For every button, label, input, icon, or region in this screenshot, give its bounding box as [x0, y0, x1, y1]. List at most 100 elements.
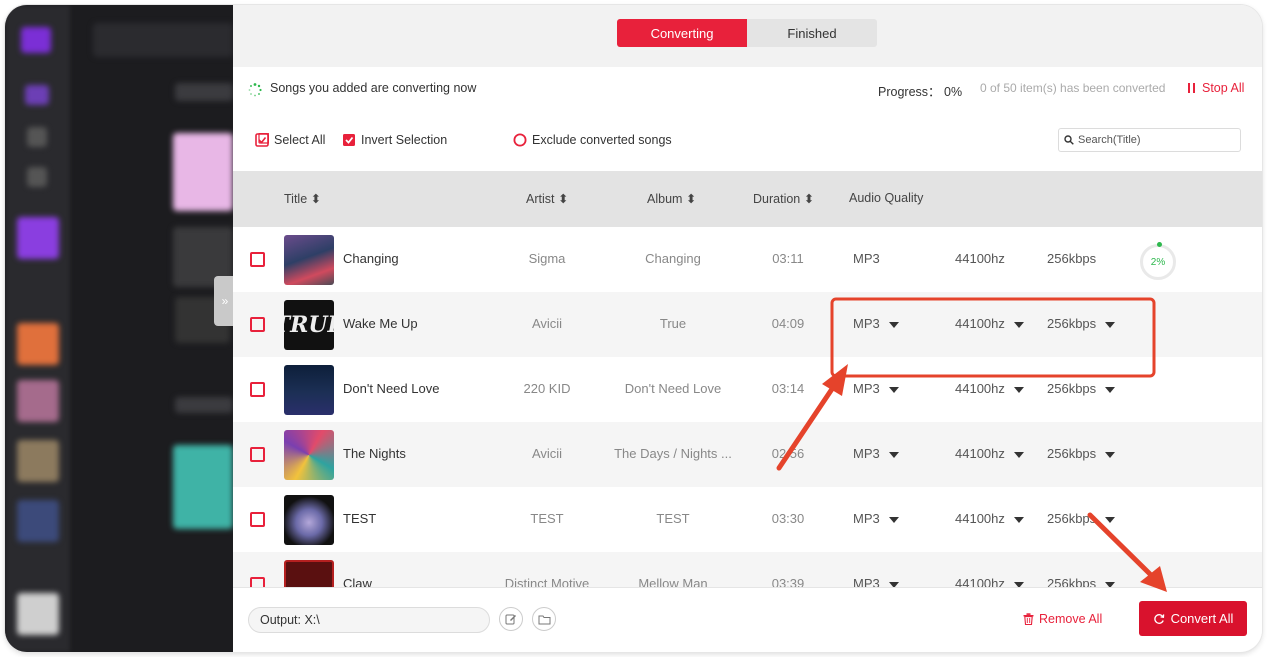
bitrate-dropdown[interactable]: 256kbps	[1047, 576, 1116, 587]
progress-percent: 2%	[1150, 256, 1166, 268]
spinner-icon	[248, 83, 262, 97]
song-artist: TEST	[530, 511, 564, 526]
column-title[interactable]: Title ⬍	[284, 191, 321, 206]
background-card	[173, 445, 233, 529]
song-artist: Avicii	[531, 316, 563, 331]
invert-selection-label: Invert Selection	[361, 133, 448, 147]
sort-icon: ⬍	[685, 192, 697, 206]
background-logo	[21, 27, 51, 53]
stop-all-button[interactable]: Stop All	[1188, 81, 1244, 95]
background-card	[173, 133, 233, 211]
table-row: TRUE Wake Me Up Avicii True 04:09 MP3 44…	[233, 292, 1262, 357]
song-album: Don't Need Love	[624, 381, 722, 396]
tab-converting[interactable]: Converting	[617, 19, 747, 47]
album-cover	[284, 495, 334, 545]
bitrate-dropdown[interactable]: 256kbps	[1047, 381, 1116, 396]
album-cover	[284, 430, 334, 480]
background-nav-icon	[27, 127, 47, 147]
format-dropdown[interactable]: MP3	[853, 446, 899, 461]
row-checkbox[interactable]	[250, 252, 265, 267]
song-duration: 02:56	[771, 446, 805, 461]
song-duration: 04:09	[771, 316, 805, 331]
select-all-label: Select All	[274, 133, 326, 147]
song-title: Claw	[343, 576, 372, 587]
column-duration[interactable]: Duration ⬍	[753, 191, 814, 206]
checkbox-icon	[343, 134, 355, 146]
table-row: The Nights Avicii The Days / Nights ... …	[233, 422, 1262, 487]
conversion-panel: Converting Finished Songs you added are …	[233, 5, 1262, 652]
song-title: Changing	[343, 251, 399, 266]
table-row: Claw Distinct Motive Mellow Man 03:39 MP…	[233, 552, 1262, 587]
remove-all-button[interactable]: Remove All	[1023, 612, 1102, 626]
song-title: The Nights	[343, 446, 406, 461]
background-playlist-tile	[17, 440, 59, 482]
column-audio-quality: Audio Quality	[849, 191, 924, 205]
bitrate-dropdown[interactable]: 256kbps	[1047, 511, 1116, 526]
table-row: Changing Sigma Changing 03:11 MP3 44100h…	[233, 227, 1262, 292]
chevron-down-icon	[1013, 321, 1024, 328]
format-dropdown[interactable]: MP3	[853, 511, 899, 526]
song-artist: Sigma	[528, 251, 566, 266]
sample-rate-dropdown[interactable]: 44100hz	[955, 381, 1024, 396]
edit-output-button[interactable]	[499, 607, 523, 631]
background-playlist-tile	[17, 380, 59, 422]
song-duration: 03:11	[772, 251, 804, 266]
trash-icon	[1023, 613, 1034, 625]
background-nav-icon	[27, 167, 47, 187]
sample-rate-dropdown[interactable]: 44100hz	[955, 576, 1024, 587]
background-nav-icon	[25, 85, 49, 105]
chevron-down-icon	[888, 516, 899, 523]
background-heading	[175, 83, 233, 101]
song-title: Wake Me Up	[343, 316, 418, 331]
format-dropdown[interactable]: MP3	[853, 381, 899, 396]
sample-rate-dropdown[interactable]: 44100hz	[955, 446, 1024, 461]
chevron-down-icon	[888, 386, 899, 393]
table-row: Don't Need Love 220 KID Don't Need Love …	[233, 357, 1262, 422]
checkbox-icon	[255, 133, 269, 147]
row-checkbox[interactable]	[250, 382, 265, 397]
tab-finished[interactable]: Finished	[747, 19, 877, 47]
format-dropdown[interactable]: MP3	[853, 316, 899, 331]
radio-circle-icon	[513, 133, 527, 147]
column-artist[interactable]: Artist ⬍	[526, 191, 568, 206]
search-input[interactable]: Search(Title)	[1058, 128, 1241, 152]
chevron-down-icon	[1105, 321, 1116, 328]
chevron-down-icon	[1013, 451, 1024, 458]
chevron-down-icon	[888, 321, 899, 328]
bitrate-dropdown[interactable]: 256kbps	[1047, 446, 1116, 461]
row-checkbox[interactable]	[250, 512, 265, 527]
row-checkbox[interactable]	[250, 447, 265, 462]
background-playlist-tile	[17, 217, 59, 259]
song-title: Don't Need Love	[343, 381, 440, 396]
song-artist: Distinct Motive	[504, 576, 590, 587]
open-folder-button[interactable]	[532, 607, 556, 631]
invert-selection-button[interactable]: Invert Selection	[342, 133, 447, 147]
song-album: The Days / Nights ...	[614, 446, 732, 461]
stop-all-label: Stop All	[1202, 81, 1245, 95]
sample-rate-dropdown[interactable]: 44100hz	[955, 511, 1024, 526]
output-path-field[interactable]: Output: X:\	[248, 607, 490, 633]
app-window: » Converting Finished Songs you added ar…	[5, 5, 1262, 652]
song-duration: 03:39	[771, 576, 805, 587]
select-all-button[interactable]: Select All	[255, 133, 325, 147]
progress-indicator-dot	[1157, 242, 1162, 247]
song-list: Changing Sigma Changing 03:11 MP3 44100h…	[233, 227, 1262, 587]
background-app	[5, 5, 233, 652]
format-dropdown[interactable]: MP3	[853, 576, 899, 587]
album-cover	[284, 560, 334, 587]
background-heading	[175, 397, 233, 413]
search-icon	[1064, 135, 1074, 145]
column-album[interactable]: Album ⬍	[647, 191, 696, 206]
album-cover: TRUE	[284, 300, 334, 350]
convert-all-button[interactable]: Convert All	[1139, 601, 1247, 636]
format-value: MP3	[853, 251, 880, 266]
song-duration: 03:14	[771, 381, 805, 396]
row-checkbox[interactable]	[250, 577, 265, 587]
song-duration: 03:30	[771, 511, 805, 526]
sample-rate-dropdown[interactable]: 44100hz	[955, 316, 1024, 331]
row-checkbox[interactable]	[250, 317, 265, 332]
bitrate-dropdown[interactable]: 256kbps	[1047, 316, 1116, 331]
exclude-converted-toggle[interactable]: Exclude converted songs	[513, 133, 672, 147]
album-cover	[284, 365, 334, 415]
chevron-down-icon	[1105, 516, 1116, 523]
